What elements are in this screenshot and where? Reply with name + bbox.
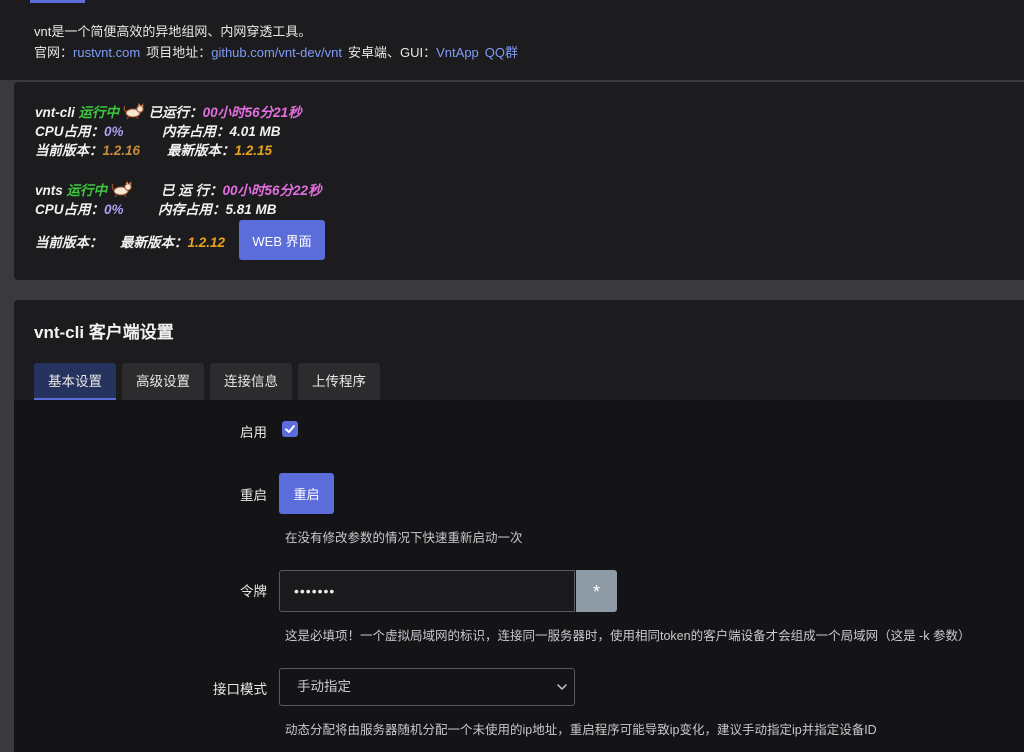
interface-mode-value: 手动指定 [297,679,351,694]
cli-latest-version-label: 最新版本： [167,143,235,158]
intro-card: vnt是一个简便高效的异地组网、内网穿透工具。 官网：rustvnt.com 项目… [0,0,1024,80]
token-hint: 这是必填项！一个虚拟局域网的标识，连接同一服务器时，使用相同token的客户端设… [285,629,971,643]
enable-checkbox[interactable] [282,421,298,437]
chevron-down-icon [557,684,567,690]
restart-label: 重启 [240,488,267,503]
cli-cpu-line: CPU占用：0% [35,120,124,140]
reveal-token-button[interactable]: * [576,570,617,612]
vnts-mem-value: 5.81 MB [225,202,277,217]
vnts-cpu-value: 0% [104,202,124,217]
cli-mem-value: 4.01 MB [229,124,281,139]
tab-connection-info[interactable]: 连接信息 [210,363,292,400]
vntapp-link[interactable]: VntApp [436,45,479,60]
vnts-mem-label: 内存占用： [158,202,226,217]
vnts-name: vnts [35,183,63,198]
project-link[interactable]: github.com/vnt-dev/vnt [211,45,342,60]
token-input[interactable] [279,570,575,612]
interface-mode-hint: 动态分配将由服务器随机分配一个未使用的ip地址，重启程序可能导致ip变化，建议手… [285,723,877,737]
vnts-mem-line: 内存占用：5.81 MB [158,198,277,218]
vnts-uptime: 已 运 行：00小时56分22秒 [161,179,322,199]
cli-mem-line: 内存占用：4.01 MB [162,120,281,140]
cli-cpu-label: CPU占用： [35,124,105,139]
qq-group-link[interactable]: QQ群 [485,45,518,60]
vnts-cur-version-label: 当前版本： [35,235,103,250]
web-ui-button[interactable]: WEB 界面 [239,220,325,260]
running-cat-icon [123,103,144,119]
site-label: 官网： [34,45,74,60]
cli-name: vnt-cli [35,105,75,120]
enable-label: 启用 [240,425,267,440]
tab-basic[interactable]: 基本设置 [34,363,116,400]
token-label: 令牌 [240,584,267,599]
cli-uptime-label: 已运行： [148,105,203,120]
vnts-latest-version-label: 最新版本： [120,235,188,250]
android-label: 安卓端、GUI： [348,45,437,60]
cli-running-state: 运行中 [78,105,120,120]
vnts-latest-version: 最新版本：1.2.12 [120,231,225,251]
cli-latest-version: 最新版本：1.2.15 [167,139,272,159]
cli-mem-label: 内存占用： [162,124,230,139]
running-cat-icon [111,181,132,197]
cli-cpu-value: 0% [104,124,124,139]
vnts-uptime-label: 已 运 行： [161,183,223,198]
cli-cur-version-label: 当前版本： [35,143,103,158]
restart-button[interactable]: 重启 [279,473,334,514]
cli-uptime-value: 00小时56分21秒 [202,105,302,120]
check-icon [285,425,295,433]
cli-cur-version: 当前版本：1.2.16 [35,139,140,159]
cli-latest-version-value: 1.2.15 [234,143,273,158]
basic-settings-form: 启用 重启 重启 在没有修改参数的情况下快速重新启动一次 令牌 * 这是必填项！… [14,400,1024,752]
cli-status-line: vnt-cli 运行中 已运行：00小时56分21秒 [35,101,302,121]
vnts-latest-version-value: 1.2.12 [187,235,226,250]
status-card: vnt-cli 运行中 已运行：00小时56分21秒 CPU占用：0% 内存占用… [14,82,1024,280]
restart-hint: 在没有修改参数的情况下快速重新启动一次 [285,531,523,545]
settings-title: vnt-cli 客户端设置 [34,323,174,342]
vnts-uptime-value: 00小时56分22秒 [222,183,322,198]
vnts-cpu-line: CPU占用：0% [35,198,124,218]
top-accent-bar [30,0,85,3]
vnts-cpu-label: CPU占用： [35,202,105,217]
intro-description: vnt是一个简便高效的异地组网、内网穿透工具。 [34,24,312,39]
vnts-status-line: vnts 运行中 [35,179,133,199]
tab-advanced[interactable]: 高级设置 [122,363,204,400]
project-label: 项目地址： [146,45,212,60]
tab-upload[interactable]: 上传程序 [298,363,380,400]
intro-links: 官网：rustvnt.com 项目地址：github.com/vnt-dev/vn… [34,42,518,61]
vnts-cur-version: 当前版本： [35,231,103,251]
site-link[interactable]: rustvnt.com [73,45,140,60]
interface-mode-select[interactable]: 手动指定 [279,668,575,706]
vnts-running-state: 运行中 [66,183,108,198]
cli-cur-version-value: 1.2.16 [102,143,141,158]
interface-mode-label: 接口模式 [213,682,267,697]
settings-card: vnt-cli 客户端设置 基本设置 高级设置 连接信息 上传程序 启用 重启 … [14,300,1024,752]
settings-tabs: 基本设置 高级设置 连接信息 上传程序 [34,363,380,400]
